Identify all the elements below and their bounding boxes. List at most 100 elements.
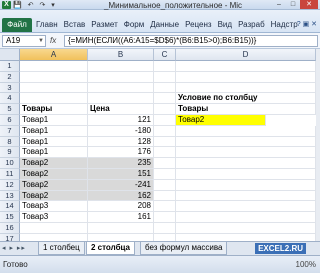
quick-access-toolbar[interactable]: 💾 ↶ ↷ ▾ (13, 1, 57, 9)
worksheet-grid[interactable]: A B C D 1 2 3 4 Условие по столбцу 5 Товары Цен… (0, 49, 316, 241)
cell-c5[interactable] (154, 104, 176, 115)
row-header[interactable]: 6 (0, 115, 20, 126)
cell-d9[interactable] (176, 147, 316, 159)
cell-a3[interactable] (20, 82, 88, 94)
cell-a11[interactable]: Товар2 (20, 169, 88, 180)
zoom-level[interactable]: 100% (296, 260, 316, 269)
excel-app-icon[interactable]: X (2, 1, 11, 9)
cell-d6[interactable]: Товар2 (176, 115, 266, 126)
name-box[interactable]: A19 ▼ (2, 35, 46, 47)
row-header[interactable]: 16 (0, 223, 20, 234)
cell-b5[interactable]: Цена (88, 104, 154, 115)
formula-input[interactable]: {=МИН(ЕСЛИ((A6:A15=$D$6)*(B6:B15>0);B6:B… (64, 35, 318, 47)
tab-page-layout[interactable]: Размет (91, 20, 117, 29)
row-header[interactable]: 8 (0, 136, 20, 148)
cell-a6[interactable]: Товар1 (20, 115, 88, 126)
cell-a5[interactable]: Товары (20, 104, 88, 115)
tab-home[interactable]: Главн (36, 20, 58, 29)
cell-c8[interactable] (154, 136, 176, 148)
cell-d12[interactable] (176, 179, 316, 191)
cell-c2[interactable] (154, 71, 176, 83)
tab-view[interactable]: Вид (218, 20, 232, 29)
cell-a16[interactable] (20, 223, 88, 234)
cell-a17[interactable] (20, 233, 88, 241)
cell-a7[interactable]: Товар1 (20, 125, 88, 137)
column-header-d[interactable]: D (176, 49, 316, 61)
tab-insert[interactable]: Встав (64, 20, 86, 29)
cell-a15[interactable]: Товар3 (20, 212, 88, 223)
cell-b16[interactable] (88, 223, 154, 234)
column-header-b[interactable]: B (88, 49, 154, 61)
sheet-tab-no-array[interactable]: без формул массива (140, 242, 228, 255)
row-header[interactable]: 11 (0, 169, 20, 180)
cell-d17[interactable] (176, 233, 316, 241)
cell-c14[interactable] (154, 201, 176, 213)
tab-developer[interactable]: Разраб (238, 20, 265, 29)
cell-d15[interactable] (176, 212, 316, 223)
cell-d16[interactable] (176, 223, 316, 234)
cell-a2[interactable] (20, 71, 88, 83)
cell-c9[interactable] (154, 147, 176, 159)
cell-d4[interactable]: Условие по столбцу (176, 93, 316, 105)
cell-b15[interactable]: 161 (88, 212, 154, 223)
row-header[interactable]: 9 (0, 147, 20, 159)
row-header[interactable]: 4 (0, 93, 20, 105)
cell-d5[interactable]: Товары (176, 104, 316, 115)
tab-review[interactable]: Реценз (185, 20, 211, 29)
cell-c7[interactable] (154, 125, 176, 137)
tab-formulas[interactable]: Форм (124, 20, 144, 29)
cell-b12[interactable]: -241 (88, 179, 154, 191)
cell-b11[interactable]: 151 (88, 169, 154, 180)
cell-d7[interactable] (176, 125, 316, 137)
cell-a14[interactable]: Товар3 (20, 201, 88, 213)
cell-c17[interactable] (154, 233, 176, 241)
cell-c16[interactable] (154, 223, 176, 234)
sheet-tab-2-columns[interactable]: 2 столбца (86, 242, 136, 255)
cell-d10[interactable] (176, 158, 316, 169)
cell-b13[interactable]: 162 (88, 190, 154, 202)
file-tab[interactable]: Файл (2, 18, 32, 32)
cell-b8[interactable]: 128 (88, 136, 154, 148)
cell-b9[interactable]: 176 (88, 147, 154, 159)
row-header[interactable]: 1 (0, 61, 20, 72)
cell-d1[interactable] (176, 61, 316, 72)
close-button[interactable]: ✕ (300, 0, 318, 9)
cell-d13[interactable] (176, 190, 316, 202)
cell-c13[interactable] (154, 190, 176, 202)
cell-d8[interactable] (176, 136, 316, 148)
row-header[interactable]: 17 (0, 233, 20, 241)
cell-a4[interactable] (20, 93, 88, 105)
minimize-button[interactable]: – (272, 0, 286, 9)
cell-d14[interactable] (176, 201, 316, 213)
maximize-button[interactable]: □ (286, 0, 300, 9)
cell-b3[interactable] (88, 82, 154, 94)
cell-b2[interactable] (88, 71, 154, 83)
cell-d2[interactable] (176, 71, 316, 83)
row-header[interactable]: 7 (0, 125, 20, 137)
chevron-down-icon[interactable]: ▼ (38, 36, 44, 46)
cell-a10[interactable]: Товар2 (20, 158, 88, 169)
cell-c15[interactable] (154, 212, 176, 223)
cell-c6[interactable] (154, 115, 176, 126)
tab-addins[interactable]: Надстр (271, 20, 298, 29)
row-header[interactable]: 5 (0, 104, 20, 115)
row-header[interactable]: 13 (0, 190, 20, 202)
row-header[interactable]: 14 (0, 201, 20, 213)
tab-data[interactable]: Данные (150, 20, 179, 29)
row-header[interactable]: 10 (0, 158, 20, 169)
row-header[interactable]: 15 (0, 212, 20, 223)
cell-c11[interactable] (154, 169, 176, 180)
row-header[interactable]: 2 (0, 71, 20, 83)
cell-a1[interactable] (20, 61, 88, 72)
row-header[interactable]: 3 (0, 82, 20, 94)
row-header[interactable]: 12 (0, 179, 20, 191)
select-all-corner[interactable] (0, 49, 20, 61)
cell-d3[interactable] (176, 82, 316, 94)
cell-c4[interactable] (154, 93, 176, 105)
cell-c1[interactable] (154, 61, 176, 72)
cell-b7[interactable]: -180 (88, 125, 154, 137)
cell-a8[interactable]: Товар1 (20, 136, 88, 148)
cell-b17[interactable] (88, 233, 154, 241)
column-header-a[interactable]: A (20, 49, 88, 61)
cell-b6[interactable]: 121 (88, 115, 154, 126)
